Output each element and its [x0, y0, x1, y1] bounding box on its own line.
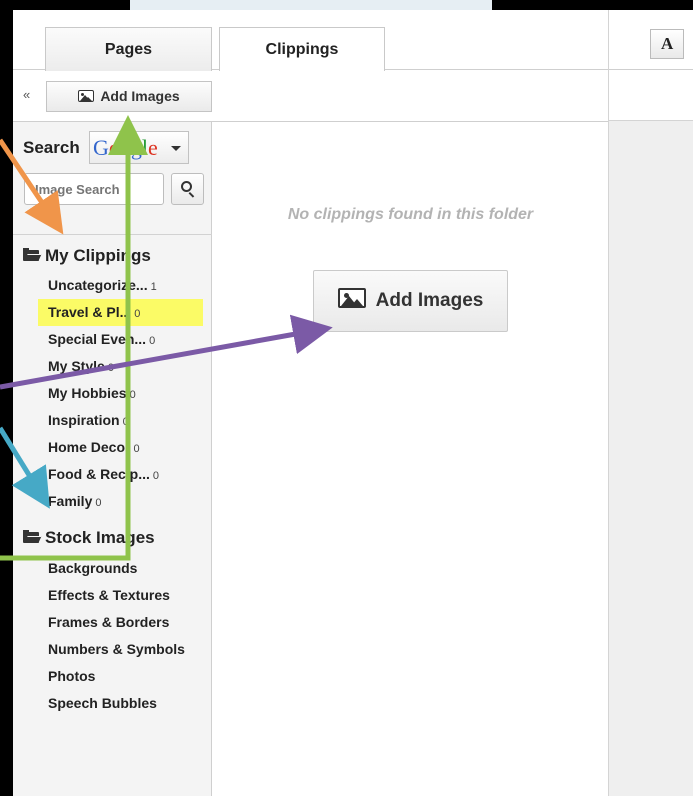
- stock-item-effects-textures[interactable]: Effects & Textures: [13, 582, 212, 609]
- divider: [609, 69, 693, 70]
- stock-images-folder[interactable]: Stock Images: [23, 528, 155, 548]
- tab-pages[interactable]: Pages: [45, 27, 212, 71]
- folder-item-special-events[interactable]: Special Even... 0: [13, 326, 212, 353]
- search-button[interactable]: [171, 173, 204, 205]
- clippings-sidebar: Search Google My Clippings Uncategorize.…: [13, 122, 212, 796]
- stock-item-speech-bubbles[interactable]: Speech Bubbles: [13, 690, 212, 717]
- image-icon: [78, 89, 95, 102]
- folder-item-my-style[interactable]: My Style 0: [13, 353, 212, 380]
- stock-item-frames-borders[interactable]: Frames & Borders: [13, 609, 212, 636]
- folder-item-my-hobbies[interactable]: My Hobbies 0: [13, 380, 212, 407]
- stock-item-photos[interactable]: Photos: [13, 663, 212, 690]
- search-icon: [181, 181, 192, 192]
- right-panel: A: [608, 10, 693, 796]
- font-button[interactable]: A: [650, 29, 684, 59]
- window-left-border: [0, 0, 13, 796]
- my-clippings-folder[interactable]: My Clippings: [23, 246, 151, 266]
- window-top-border: [0, 0, 693, 10]
- collapse-sidebar-button[interactable]: «: [23, 87, 30, 102]
- folder-item-family[interactable]: Family 0: [13, 488, 212, 515]
- stock-item-backgrounds[interactable]: Backgrounds: [13, 555, 212, 582]
- image-search-input[interactable]: [24, 173, 164, 205]
- folder-item-inspiration[interactable]: Inspiration 0: [13, 407, 212, 434]
- tab-clippings[interactable]: Clippings: [219, 27, 385, 72]
- add-images-label: Add Images: [100, 88, 180, 104]
- image-icon: [337, 288, 366, 309]
- stock-item-numbers-symbols[interactable]: Numbers & Symbols: [13, 636, 212, 663]
- right-panel-toolbar: A: [609, 10, 693, 121]
- clippings-content: No clippings found in this folder Add Im…: [213, 122, 608, 796]
- add-images-button[interactable]: Add Images: [46, 81, 212, 112]
- folder-open-icon: [23, 529, 42, 543]
- stock-images-list: Backgrounds Effects & Textures Frames & …: [13, 555, 212, 717]
- folder-item-home-decor[interactable]: Home Decor 0: [13, 434, 212, 461]
- add-images-large-label: Add Images: [375, 290, 484, 311]
- top-strip: [130, 0, 492, 10]
- my-clippings-list: Uncategorize... 1 Travel & Pl... 0 Special…: [13, 272, 212, 515]
- search-provider-dropdown[interactable]: Google: [89, 131, 189, 164]
- empty-folder-message: No clippings found in this folder: [287, 206, 534, 223]
- folder-item-food-recipes[interactable]: Food & Recip... 0: [13, 461, 212, 488]
- folder-item-travel[interactable]: Travel & Pl... 0: [38, 299, 203, 326]
- add-images-large-button[interactable]: Add Images: [313, 270, 508, 332]
- divider: [13, 234, 212, 235]
- search-label: Search: [23, 138, 80, 157]
- caret-down-icon: [171, 146, 181, 151]
- folder-item-uncategorized[interactable]: Uncategorize... 1: [13, 272, 212, 299]
- clippings-toolbar: « Add Images: [13, 71, 608, 122]
- folder-open-icon: [23, 247, 42, 261]
- tab-bar: Pages Clippings: [13, 10, 608, 72]
